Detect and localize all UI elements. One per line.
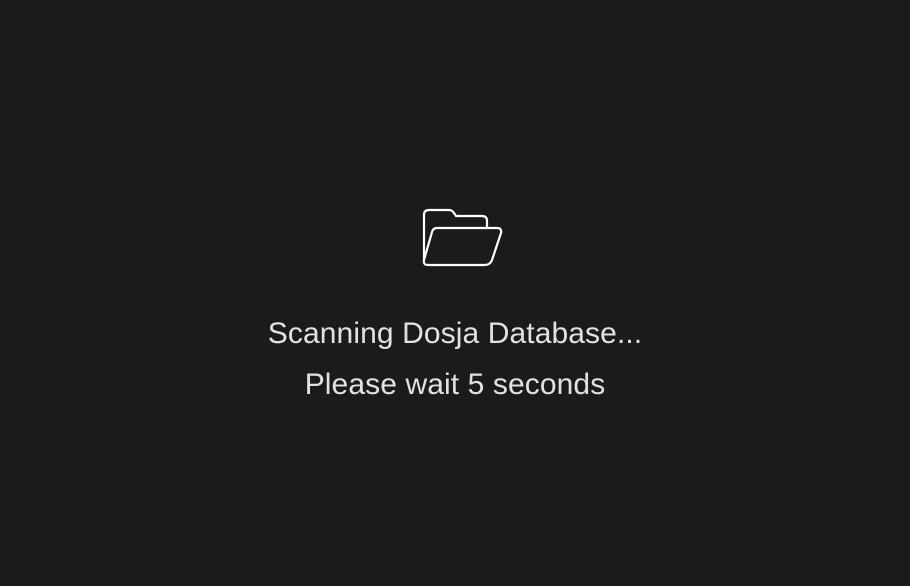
loading-screen: Scanning Dosja Database... Please wait 5…	[0, 0, 910, 586]
loading-title: Scanning Dosja Database...	[267, 317, 643, 350]
loading-subtitle: Please wait 5 seconds	[304, 368, 606, 401]
folder-open-icon	[421, 207, 505, 269]
